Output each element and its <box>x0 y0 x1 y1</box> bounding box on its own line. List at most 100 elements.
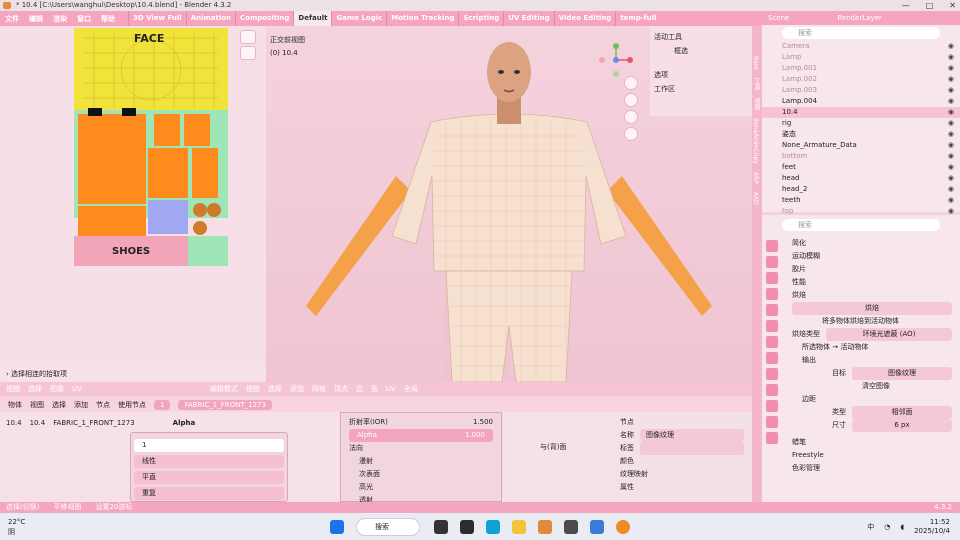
scene-selector[interactable]: Scene <box>768 14 789 22</box>
hand-pan-icon[interactable] <box>624 93 638 107</box>
mode-selector[interactable]: 编辑模式 <box>210 384 238 394</box>
visibility-eye-icon[interactable]: ◉ <box>948 162 954 173</box>
tab-uv-editing[interactable]: UV Editing <box>503 11 553 26</box>
outliner-row[interactable]: Lamp.002 ◉ <box>762 74 960 85</box>
vp-menu-add[interactable]: 添加 <box>290 384 304 394</box>
sidebar-tab-arp[interactable]: ARP <box>752 172 759 184</box>
section-motion-blur[interactable]: 运动模糊 <box>762 250 960 263</box>
output-panel[interactable]: 输出 <box>762 354 960 367</box>
tab-video-editing[interactable]: Video Editing <box>553 11 616 26</box>
vp-menu-uv[interactable]: UV <box>386 385 396 393</box>
section-simplify[interactable]: 简化 <box>762 237 960 250</box>
view-layer-selector[interactable]: RenderLayer <box>837 14 881 22</box>
app-box-icon[interactable] <box>538 519 552 534</box>
tab-default[interactable]: Default <box>293 11 332 26</box>
outliner-row[interactable]: rig ◉ <box>762 118 960 129</box>
material-selector[interactable]: FABRIC_1_FRONT_1273 <box>178 399 272 410</box>
taskbar-search[interactable]: 搜索 <box>356 517 420 536</box>
sidebar-tab-boneanimcopy[interactable]: BoneAnimCopy <box>752 118 759 164</box>
use-nodes-toggle[interactable]: 使用节点 <box>118 400 146 410</box>
node-name-field[interactable]: 图像纹理 <box>640 429 744 442</box>
zoom-icon[interactable] <box>624 76 638 90</box>
outliner-row[interactable]: head_2 ◉ <box>762 184 960 195</box>
volume-icon[interactable]: ◖ <box>900 523 904 531</box>
constraints-tab-icon[interactable] <box>766 400 778 412</box>
margin-type-dropdown[interactable]: 相邻面 <box>852 406 952 419</box>
margin-size-field[interactable]: 6 px <box>852 419 952 432</box>
outliner-row[interactable]: None_Armature_Data ◉ <box>762 140 960 151</box>
outliner-row[interactable]: Lamp ◉ <box>762 52 960 63</box>
language-indicator[interactable]: 中 <box>867 522 874 532</box>
menu-help[interactable]: 帮助 <box>96 14 120 24</box>
outliner-row[interactable]: Lamp.004 ◉ <box>762 96 960 107</box>
vp-menu-edge[interactable]: 边 <box>356 384 363 394</box>
uv-menu-image[interactable]: 图像 <box>50 384 64 394</box>
tab-temp-full[interactable]: temp-full <box>615 11 660 26</box>
tab-game-logic[interactable]: Game Logic <box>331 11 386 26</box>
properties-panel[interactable]: 属性 <box>620 481 744 494</box>
shader-menu-node[interactable]: 节点 <box>96 400 110 410</box>
ior-row[interactable]: 折射率(IOR) 1.500 <box>349 416 493 429</box>
view-layer-tab-icon[interactable] <box>766 288 778 300</box>
uv-menu-view[interactable]: 视图 <box>6 384 20 394</box>
scene-tab-icon[interactable] <box>766 304 778 316</box>
alpha-field[interactable]: Alpha 1.000 <box>349 429 493 442</box>
menu-window[interactable]: 窗口 <box>72 14 96 24</box>
outliner-row[interactable]: head ◉ <box>762 173 960 184</box>
properties-search[interactable]: 搜索 <box>782 219 940 231</box>
vp-menu-select[interactable]: 选择 <box>268 384 282 394</box>
modifier-tab-icon[interactable] <box>766 352 778 364</box>
panel-specular[interactable]: 高光 <box>349 481 493 494</box>
minimize-button[interactable]: — <box>902 0 910 11</box>
texture-mapping-panel[interactable]: 纹理映射 <box>620 468 744 481</box>
camera-view-icon[interactable] <box>624 110 638 124</box>
node-panel-title[interactable]: 节点 <box>620 416 744 429</box>
visibility-eye-icon[interactable]: ◉ <box>948 140 954 151</box>
breadcrumb-material[interactable]: FABRIC_1_FRONT_1273 <box>53 419 134 427</box>
object-tab-icon[interactable] <box>766 336 778 348</box>
target-dropdown[interactable]: 图像纹理 <box>852 367 952 380</box>
uv-texture-image[interactable]: FACE SHOES <box>74 28 228 266</box>
shader-menu-select[interactable]: 选择 <box>52 400 66 410</box>
weather-widget[interactable]: 22°C 阴 <box>0 517 120 537</box>
file-explorer-icon[interactable] <box>512 519 526 534</box>
uv-menu-uv[interactable]: UV <box>72 385 82 393</box>
visibility-eye-icon[interactable]: ◉ <box>948 52 954 63</box>
sidebar-tab-view[interactable]: 视图 <box>752 98 761 110</box>
app-settings-icon[interactable] <box>564 519 578 534</box>
visibility-eye-icon[interactable]: ◉ <box>948 85 954 96</box>
margin-panel[interactable]: 边距 <box>762 393 960 406</box>
blender-taskbar-icon[interactable] <box>616 519 630 534</box>
extension-dropdown[interactable]: 重复 <box>134 487 284 500</box>
tool-tab-icon[interactable] <box>766 240 778 252</box>
menu-render[interactable]: 渲染 <box>48 14 72 24</box>
visibility-eye-icon[interactable]: ◉ <box>948 96 954 107</box>
projection-dropdown[interactable]: 平直 <box>134 471 284 484</box>
outliner-row[interactable]: Lamp.003 ◉ <box>762 85 960 96</box>
outliner-row[interactable]: 姿态 ◉ <box>762 129 960 140</box>
outliner-row[interactable]: 10.4 ◉ <box>762 107 960 118</box>
bake-type-dropdown[interactable]: 环境光遮蔽 (AO) <box>826 328 952 341</box>
physics-tab-icon[interactable] <box>766 384 778 396</box>
section-film[interactable]: 胶片 <box>762 263 960 276</box>
color-panel[interactable]: 颜色 <box>620 455 744 468</box>
vp-menu-face[interactable]: 面 <box>371 384 378 394</box>
clock[interactable]: 11:52 2025/10/4 <box>914 518 950 536</box>
shader-menu-add[interactable]: 添加 <box>74 400 88 410</box>
vp-menu-mesh[interactable]: 网格 <box>312 384 326 394</box>
cursor-tool-icon[interactable] <box>240 30 256 44</box>
navigation-gizmo[interactable] <box>598 42 634 78</box>
section-freestyle[interactable]: Freestyle <box>762 449 960 462</box>
ior-value[interactable]: 1.500 <box>473 416 493 429</box>
menu-edit[interactable]: 编辑 <box>24 14 48 24</box>
outliner-row[interactable]: Lamp.001 ◉ <box>762 63 960 74</box>
tab-motion-tracking[interactable]: Motion Tracking <box>386 11 458 26</box>
visibility-eye-icon[interactable]: ◉ <box>948 151 954 162</box>
outliner-search[interactable]: 搜索 <box>782 27 940 39</box>
section-color-management[interactable]: 色彩管理 <box>762 462 960 475</box>
clear-image-checkbox[interactable]: 清空图像 <box>762 380 960 393</box>
breadcrumb-object[interactable]: 10.4 <box>6 419 22 427</box>
sidebar-tab-tool[interactable]: 工具 <box>752 78 761 90</box>
wifi-icon[interactable]: ◔ <box>884 523 890 531</box>
world-tab-icon[interactable] <box>766 320 778 332</box>
